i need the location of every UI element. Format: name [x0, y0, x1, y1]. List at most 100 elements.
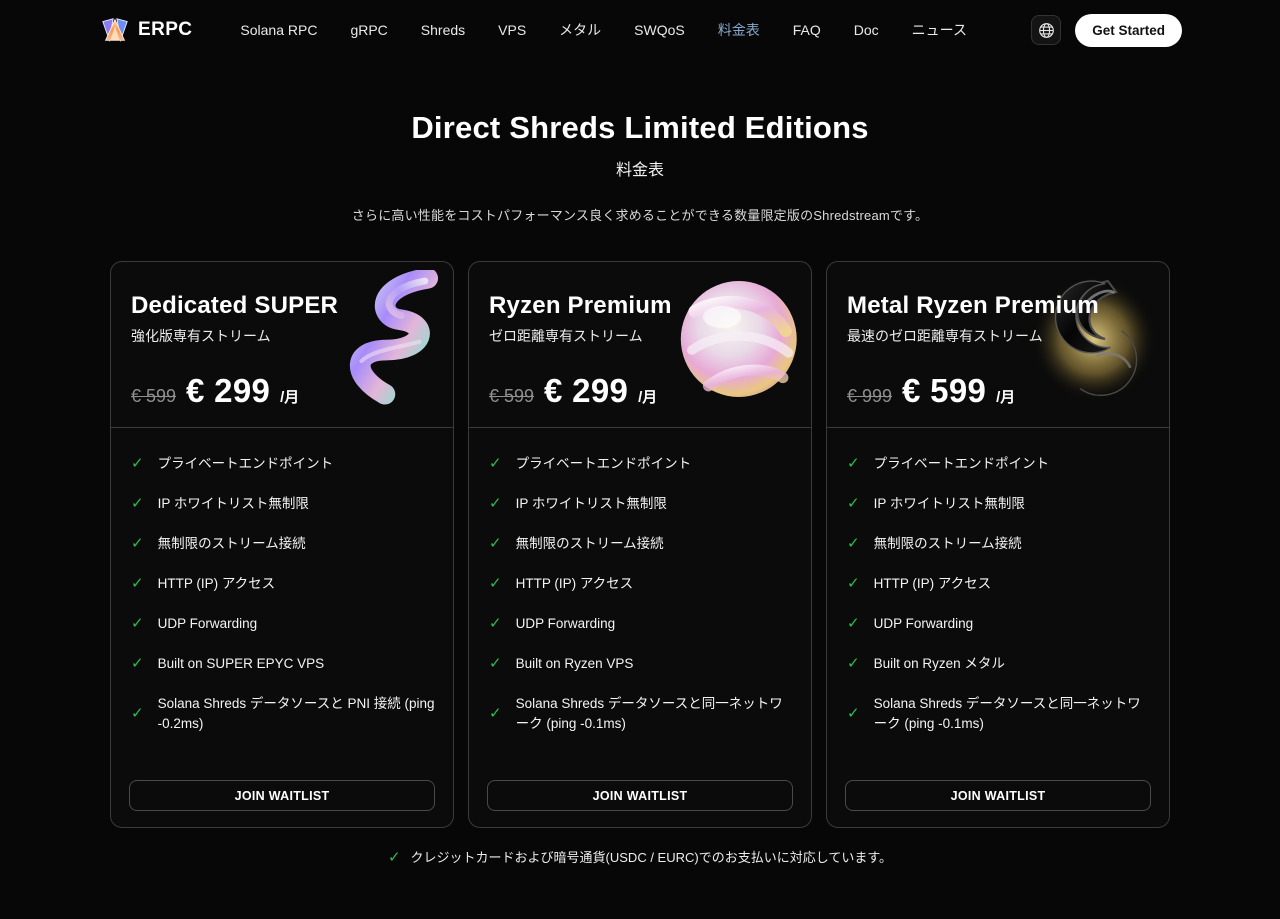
check-icon: ✓ [489, 705, 502, 722]
nav-item-doc[interactable]: Doc [854, 22, 879, 38]
check-icon: ✓ [489, 575, 502, 592]
language-button[interactable] [1031, 15, 1062, 45]
nav-item-pricing-active[interactable]: 料金表 [718, 20, 760, 40]
feature-item: ✓ プライベートエンドポイント [131, 455, 334, 472]
feature-item: ✓ Solana Shreds データソースと同一ネットワーク (ping -0.… [489, 696, 783, 731]
cta-wrap: JOIN WAITLIST [469, 780, 811, 827]
check-icon: ✓ [847, 655, 860, 672]
payment-note-text: クレジットカードおよび暗号通貨(USDC / EURC)でのお支払いに対応してい… [410, 850, 893, 865]
plan-tagline: 強化版専有ストリーム [131, 328, 271, 344]
page-subtitle: 料金表 [615, 162, 664, 179]
globe-icon [1038, 22, 1054, 38]
feature-item: ✓ HTTP (IP) アクセス [847, 575, 992, 592]
feature-item: ✓ 無制限のストリーム接続 [131, 535, 306, 552]
feature-item: ✓ HTTP (IP) アクセス [131, 575, 276, 592]
nav-item-metal[interactable]: メタル [559, 20, 601, 40]
feature-item: ✓ プライベートエンドポイント [847, 455, 1050, 472]
card-header: Ryzen Premium ゼロ距離専有ストリーム € 599 € 299 /月 [469, 262, 811, 427]
price-period: /月 [280, 389, 300, 406]
check-icon: ✓ [131, 455, 144, 472]
brand-name: ERPC [138, 19, 193, 40]
check-icon: ✓ [131, 705, 144, 722]
feature-item: ✓ Solana Shreds データソースと同一ネットワーク (ping -0.… [847, 696, 1141, 731]
feature-item: ✓ IP ホワイトリスト無制限 [847, 495, 1025, 512]
feature-item: ✓ Built on SUPER EPYC VPS [131, 655, 325, 672]
hero-section: Direct Shreds Limited Editions 料金表 さらに高い… [0, 110, 1280, 224]
check-icon: ✓ [847, 535, 860, 552]
check-icon: ✓ [489, 455, 502, 472]
feature-item: ✓ UDP Forwarding [489, 615, 616, 632]
nav-item-faq[interactable]: FAQ [793, 22, 821, 38]
feature-item: ✓ Built on Ryzen VPS [489, 655, 634, 672]
pricing-card-dedicated-super: Dedicated SUPER 強化版専有ストリーム € 599 € 299 /… [110, 261, 454, 828]
check-icon: ✓ [387, 848, 401, 866]
current-price: € 599 [902, 372, 987, 409]
main-content: Direct Shreds Limited Editions 料金表 さらに高い… [0, 110, 1280, 866]
old-price: € 999 [847, 386, 893, 406]
feature-item: ✓ UDP Forwarding [847, 615, 974, 632]
pricing-cards: Dedicated SUPER 強化版専有ストリーム € 599 € 299 /… [110, 261, 1170, 828]
plan-name: Dedicated SUPER [131, 292, 339, 319]
card-header: Dedicated SUPER 強化版専有ストリーム € 599 € 299 /… [111, 262, 453, 427]
join-waitlist-button[interactable]: JOIN WAITLIST [129, 780, 435, 811]
check-icon: ✓ [131, 655, 144, 672]
current-price: € 299 [186, 372, 271, 409]
brand[interactable]: ERPC [100, 15, 192, 45]
check-icon: ✓ [489, 615, 502, 632]
check-icon: ✓ [847, 615, 860, 632]
check-icon: ✓ [489, 535, 502, 552]
price-row: € 599 € 299 /月 [131, 372, 433, 410]
feature-list: ✓ プライベートエンドポイント ✓ IP ホワイトリスト無制限 ✓ 無制限のストリーム… [827, 428, 1169, 780]
erpc-logo-icon [102, 18, 128, 43]
check-icon: ✓ [489, 655, 502, 672]
feature-item: ✓ Solana Shreds データソースと PNI 接続 (ping -0.2… [131, 696, 435, 731]
cta-wrap: JOIN WAITLIST [111, 780, 453, 827]
feature-item: ✓ プライベートエンドポイント [489, 455, 692, 472]
feature-item: ✓ 無制限のストリーム接続 [489, 535, 664, 552]
feature-item: ✓ IP ホワイトリスト無制限 [489, 495, 667, 512]
old-price: € 599 [489, 386, 535, 406]
feature-item: ✓ UDP Forwarding [131, 615, 258, 632]
nav-item-news[interactable]: ニュース [912, 20, 967, 40]
check-icon: ✓ [489, 495, 502, 512]
payment-note: ✓ クレジットカードおよび暗号通貨(USDC / EURC)でのお支払いに対応し… [0, 847, 1280, 866]
get-started-button[interactable]: Get Started [1075, 13, 1182, 47]
page-description: さらに高い性能をコストパフォーマンス良く求めることができる数量限定版のShred… [351, 208, 929, 223]
feature-item: ✓ IP ホワイトリスト無制限 [131, 495, 309, 512]
plan-tagline: 最速のゼロ距離専有ストリーム [847, 328, 1043, 344]
check-icon: ✓ [131, 535, 144, 552]
price-period: /月 [996, 389, 1016, 406]
check-icon: ✓ [847, 455, 860, 472]
nav-item-vps[interactable]: VPS [498, 22, 526, 38]
plan-tagline: ゼロ距離専有ストリーム [489, 328, 643, 344]
feature-list: ✓ プライベートエンドポイント ✓ IP ホワイトリスト無制限 ✓ 無制限のストリーム… [469, 428, 811, 780]
check-icon: ✓ [131, 615, 144, 632]
price-row: € 999 € 599 /月 [847, 372, 1149, 410]
check-icon: ✓ [847, 495, 860, 512]
price-row: € 599 € 299 /月 [489, 372, 791, 410]
nav-item-swqos[interactable]: SWQoS [634, 22, 685, 38]
plan-name: Ryzen Premium [489, 292, 672, 319]
feature-item: ✓ 無制限のストリーム接続 [847, 535, 1022, 552]
navbar: ERPC Solana RPC gRPC Shreds VPS メタル SWQo… [0, 0, 1280, 60]
pricing-card-metal-ryzen-premium: Metal Ryzen Premium 最速のゼロ距離専有ストリーム € 999… [826, 261, 1170, 828]
pricing-card-ryzen-premium: Ryzen Premium ゼロ距離専有ストリーム € 599 € 299 /月… [468, 261, 812, 828]
old-price: € 599 [131, 386, 177, 406]
nav-item-solana-rpc[interactable]: Solana RPC [240, 22, 317, 38]
nav-item-grpc[interactable]: gRPC [350, 22, 387, 38]
join-waitlist-button[interactable]: JOIN WAITLIST [487, 780, 793, 811]
nav-item-shreds[interactable]: Shreds [421, 22, 465, 38]
feature-item: ✓ HTTP (IP) アクセス [489, 575, 634, 592]
check-icon: ✓ [131, 495, 144, 512]
join-waitlist-button[interactable]: JOIN WAITLIST [845, 780, 1151, 811]
price-period: /月 [638, 389, 658, 406]
check-icon: ✓ [131, 575, 144, 592]
feature-item: ✓ Built on Ryzen メタル [847, 655, 1005, 672]
page-title: Direct Shreds Limited Editions [411, 110, 869, 145]
check-icon: ✓ [847, 705, 860, 722]
main-nav: Solana RPC gRPC Shreds VPS メタル SWQoS 料金表… [240, 20, 967, 40]
plan-name: Metal Ryzen Premium [847, 292, 1099, 319]
feature-list: ✓ プライベートエンドポイント ✓ IP ホワイトリスト無制限 ✓ 無制限のストリーム… [111, 428, 453, 780]
cta-wrap: JOIN WAITLIST [827, 780, 1169, 827]
card-header: Metal Ryzen Premium 最速のゼロ距離専有ストリーム € 999… [827, 262, 1169, 427]
